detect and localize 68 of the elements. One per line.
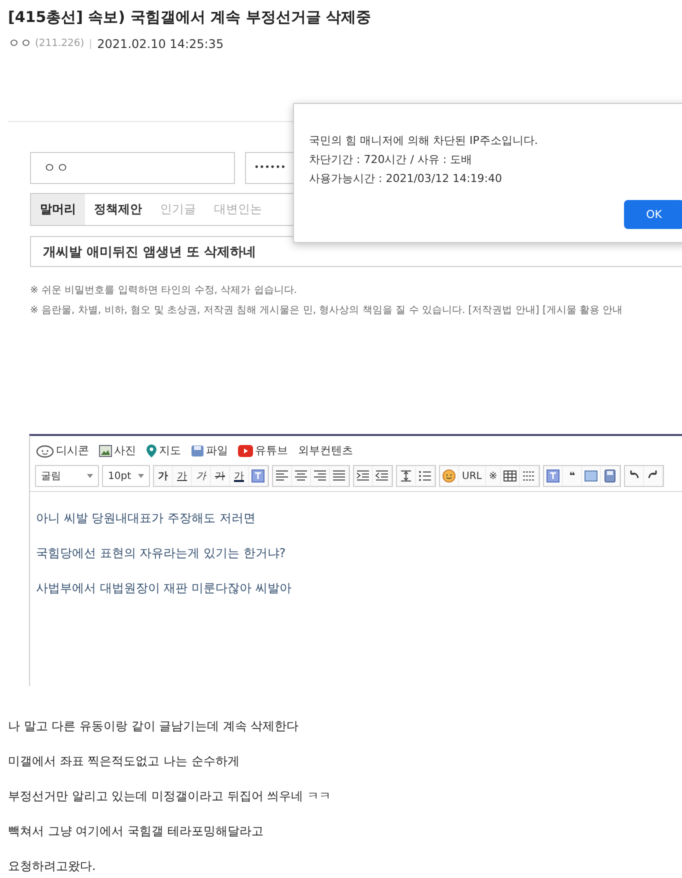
toolbar-button[interactable] <box>582 466 602 486</box>
toolbar-button[interactable] <box>292 466 311 486</box>
align-left-icon <box>275 469 289 483</box>
notice-text: ※ 음란물, 차별, 비하, 혐오 및 초상권, 저작권 침해 게시물은 민, 형사상의 책임을 질 수 있습니다. [저작권법 안내] [게시물 활용 안내 <box>30 304 624 318</box>
attach-button[interactable]: 지도 <box>146 443 181 458</box>
dialog-message: 사용가능시간 : 2021/03/12 14:19:40 <box>309 171 503 187</box>
toolbar-button[interactable] <box>354 466 373 486</box>
attach-button[interactable]: 사진 <box>99 443 136 458</box>
image-icon <box>99 444 112 456</box>
caret-icon <box>87 474 93 478</box>
dialog-message: 국민의 힘 매니저에 의해 차단된 IP주소입니다. <box>309 133 539 149</box>
body-text: 나 말고 다른 유동이랑 같이 글남기는데 계속 삭제한다 <box>8 718 300 734</box>
caret-icon <box>138 474 144 478</box>
textbox-icon <box>546 469 560 483</box>
toolbar-button[interactable] <box>330 466 349 486</box>
align-center-icon <box>294 469 308 483</box>
attach-button[interactable]: 파일 <box>191 443 228 458</box>
toolbar-button[interactable] <box>544 466 564 486</box>
format-button[interactable]: 가 <box>211 466 230 486</box>
list-icon <box>418 469 432 483</box>
attach-button[interactable]: 외부컨텐츠 <box>298 443 353 458</box>
format-button[interactable]: 가 <box>154 466 173 486</box>
map-pin-icon <box>146 444 157 458</box>
format-button[interactable]: 가 <box>192 466 211 486</box>
toolbar-button[interactable] <box>373 466 392 486</box>
notice-text: ※ 쉬운 비밀번호를 입력하면 타인의 수정, 삭제가 쉽습니다. <box>30 284 298 298</box>
format-button[interactable]: 가 <box>173 466 192 486</box>
editor-text: 아니 씨발 당원내대표가 주장해도 저러면 <box>36 510 256 526</box>
editor-text: 사법부에서 대법원장이 재판 미룬다잖아 씨발아 <box>36 580 292 596</box>
size-dropdown[interactable]: 10pt <box>102 465 150 487</box>
highlight-icon <box>251 469 265 483</box>
face-icon <box>36 444 54 458</box>
dialog-message: 차단기간 : 720시간 / 사유 : 도배 <box>309 152 474 168</box>
font-dropdown[interactable]: 굴림 <box>35 465 99 487</box>
toolbar-button[interactable] <box>311 466 330 486</box>
play-icon <box>238 444 253 456</box>
ok-button[interactable]: OK <box>624 200 682 229</box>
toolbar-button[interactable]: URL <box>459 466 486 486</box>
body-text: 요청하려고왔다. <box>8 858 97 874</box>
outdent-icon <box>375 469 389 483</box>
smiley-icon <box>442 469 456 483</box>
table-icon <box>503 469 518 483</box>
body-text: 부정선거만 알리고 있는데 미정갤이라고 뒤집어 씌우네 ㅋㅋ <box>8 788 332 804</box>
post-title: [415총선] 속보) 국힘갤에서 계속 부정선거글 삭제중 <box>8 8 372 26</box>
attach-button[interactable]: 디시콘 <box>36 443 89 458</box>
toolbar-button[interactable] <box>520 466 540 486</box>
align-right-icon <box>313 469 327 483</box>
body-text: 빽쳐서 그냥 여기에서 국힘갤 테라포밍해달라고 <box>8 823 264 839</box>
dashed-lines-icon <box>522 469 536 483</box>
toolbar-button[interactable] <box>273 466 292 486</box>
attach-button[interactable]: 유튜브 <box>238 443 288 458</box>
toolbar-button[interactable] <box>416 466 435 486</box>
toolbar-button[interactable] <box>501 466 520 486</box>
author-ip: (211.226) <box>35 38 84 49</box>
format-button[interactable]: 가 <box>230 466 249 486</box>
editor-text: 국힘당에선 표현의 자유라는게 있기는 한거냐? <box>36 545 287 561</box>
post-date: 2021.02.10 14:25:35 <box>97 36 224 50</box>
author-name[interactable]: ㅇㅇ <box>8 35 32 52</box>
box-icon <box>584 469 598 483</box>
justify-icon <box>332 469 346 483</box>
name-field[interactable]: ㅇㅇ <box>30 152 235 184</box>
body-text: 미갤에서 좌표 찍은적도없고 나는 순수하게 <box>8 753 240 769</box>
toolbar-button[interactable] <box>249 466 268 486</box>
toolbar-button[interactable]: ※ <box>486 466 502 486</box>
indent-icon <box>356 469 370 483</box>
quote-button[interactable]: ❝ <box>563 466 582 486</box>
line-height-icon <box>399 469 413 483</box>
category-tab[interactable]: 말머리 <box>31 194 85 225</box>
